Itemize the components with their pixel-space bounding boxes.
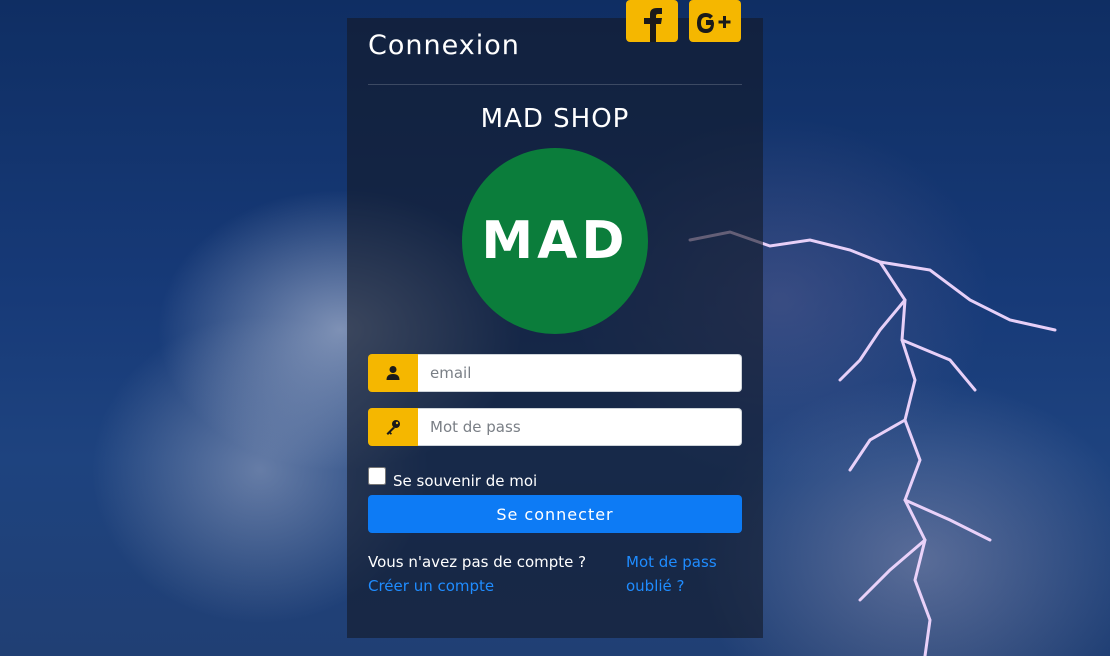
google-plus-button[interactable] bbox=[689, 0, 741, 42]
login-button[interactable]: Se connecter bbox=[368, 495, 742, 533]
create-account-link[interactable]: Créer un compte bbox=[368, 577, 494, 595]
password-input[interactable] bbox=[418, 408, 742, 446]
facebook-button[interactable] bbox=[626, 0, 678, 42]
shop-logo: MAD bbox=[462, 148, 648, 334]
remember-label: Se souvenir de moi bbox=[393, 472, 538, 490]
facebook-icon bbox=[644, 8, 662, 42]
google-plus-icon bbox=[697, 13, 731, 33]
logo-text: MAD bbox=[481, 211, 629, 271]
login-panel: Connexion MAD SHOP MAD email Se souvenir… bbox=[347, 0, 763, 638]
remember-checkbox[interactable] bbox=[368, 467, 386, 485]
forgot-password: Mot de pass oublié ? bbox=[626, 550, 746, 598]
password-addon bbox=[368, 408, 418, 446]
password-field-group bbox=[368, 408, 742, 446]
panel-title: Connexion bbox=[368, 30, 520, 61]
title-divider bbox=[368, 84, 742, 85]
forgot-password-link[interactable]: Mot de pass oublié ? bbox=[626, 553, 717, 595]
shop-name: MAD SHOP bbox=[480, 104, 630, 134]
user-icon bbox=[386, 366, 400, 380]
email-addon bbox=[368, 354, 418, 392]
email-field-group bbox=[368, 354, 742, 392]
no-account-text: Vous n'avez pas de compte ? bbox=[368, 553, 587, 571]
email-input[interactable] bbox=[418, 354, 742, 392]
signup-prompt: Vous n'avez pas de compte ? Créer un comp… bbox=[368, 550, 608, 598]
key-icon bbox=[386, 420, 400, 435]
remember-me: Se souvenir de moi bbox=[368, 462, 537, 490]
